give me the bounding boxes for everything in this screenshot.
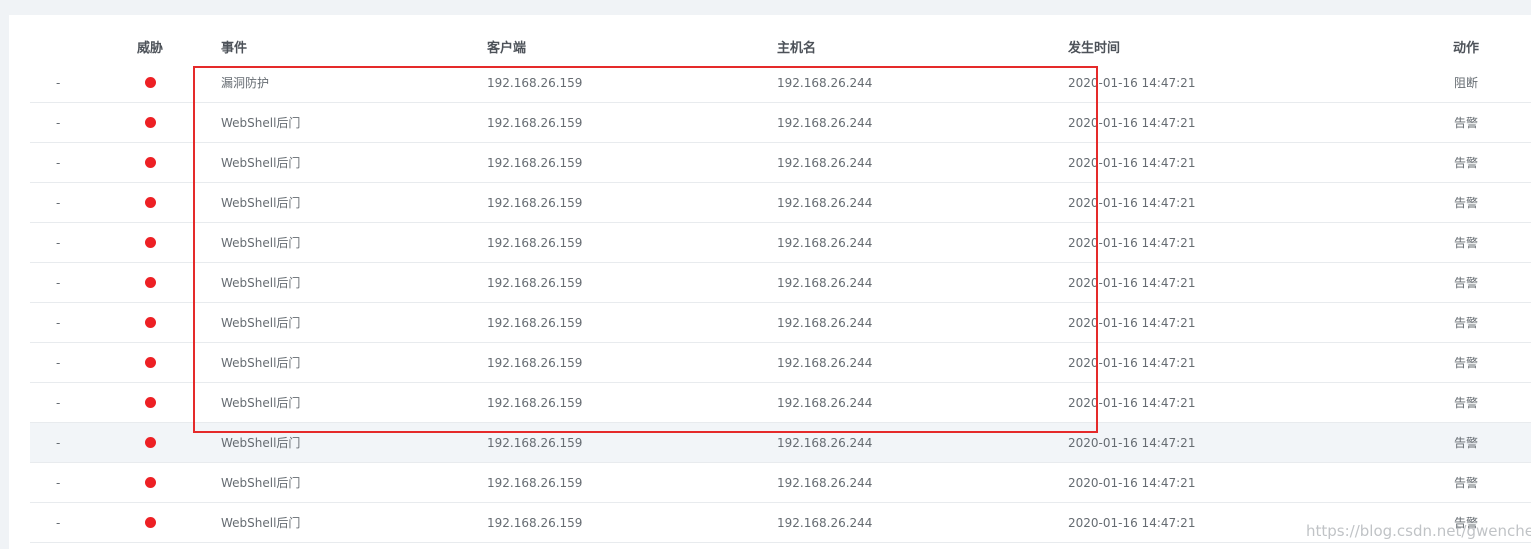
host-name: 192.168.26.244 xyxy=(777,195,873,210)
client-ip: 192.168.26.159 xyxy=(487,355,583,370)
host-name: 192.168.26.244 xyxy=(777,515,873,530)
threat-dot-icon xyxy=(144,397,156,408)
threat-dot-icon xyxy=(144,117,156,128)
client-ip: 192.168.26.159 xyxy=(487,475,583,490)
table-row[interactable]: - WebShell后门 192.168.26.159 192.168.26.244 2… xyxy=(30,423,1531,463)
event-time: 2020-01-16 14:47:21 xyxy=(1068,275,1196,290)
host-name: 192.168.26.244 xyxy=(777,155,873,170)
event-time: 2020-01-16 14:47:21 xyxy=(1068,75,1196,90)
host-name: 192.168.26.244 xyxy=(777,115,873,130)
row-dash: - xyxy=(56,435,61,450)
event-name: 漏洞防护 xyxy=(221,76,270,90)
row-dash: - xyxy=(56,115,61,130)
row-dash: - xyxy=(56,355,61,370)
event-time: 2020-01-16 14:47:21 xyxy=(1068,515,1196,530)
row-dash: - xyxy=(56,515,61,530)
client-ip: 192.168.26.159 xyxy=(487,155,583,170)
table-row[interactable]: - WebShell后门 192.168.26.159 192.168.26.244 2… xyxy=(30,463,1531,503)
client-ip: 192.168.26.159 xyxy=(487,235,583,250)
client-ip: 192.168.26.159 xyxy=(487,515,583,530)
threat-dot-icon xyxy=(144,357,156,368)
client-ip: 192.168.26.159 xyxy=(487,115,583,130)
event-log-panel: 威胁 事件 客户端 主机名 发生时间 动作 - 漏洞防护 192.168.26.15… xyxy=(9,15,1531,549)
event-name: WebShell后门 xyxy=(221,476,301,490)
table-row[interactable]: - 漏洞防护 192.168.26.159 192.168.26.244 2020-01… xyxy=(30,63,1531,103)
event-name: WebShell后门 xyxy=(221,276,301,290)
event-name: WebShell后门 xyxy=(221,196,301,210)
threat-dot-icon xyxy=(144,77,156,88)
client-ip: 192.168.26.159 xyxy=(487,315,583,330)
threat-dot-icon xyxy=(144,317,156,328)
client-ip: 192.168.26.159 xyxy=(487,75,583,90)
event-time: 2020-01-16 14:47:21 xyxy=(1068,115,1196,130)
event-name: WebShell后门 xyxy=(221,356,301,370)
event-time: 2020-01-16 14:47:21 xyxy=(1068,435,1196,450)
column-header-client[interactable]: 客户端 xyxy=(487,30,526,63)
table-body: - 漏洞防护 192.168.26.159 192.168.26.244 2020-01… xyxy=(30,63,1531,543)
table-row[interactable]: - WebShell后门 192.168.26.159 192.168.26.244 2… xyxy=(30,343,1531,383)
host-name: 192.168.26.244 xyxy=(777,275,873,290)
row-dash: - xyxy=(56,395,61,410)
event-time: 2020-01-16 14:47:21 xyxy=(1068,195,1196,210)
column-header-host[interactable]: 主机名 xyxy=(777,30,816,63)
host-name: 192.168.26.244 xyxy=(777,355,873,370)
host-name: 192.168.26.244 xyxy=(777,235,873,250)
row-dash: - xyxy=(56,275,61,290)
row-dash: - xyxy=(56,195,61,210)
event-time: 2020-01-16 14:47:21 xyxy=(1068,235,1196,250)
host-name: 192.168.26.244 xyxy=(777,75,873,90)
event-name: WebShell后门 xyxy=(221,156,301,170)
row-dash: - xyxy=(56,75,61,90)
table-row[interactable]: - WebShell后门 192.168.26.159 192.168.26.244 2… xyxy=(30,303,1531,343)
watermark: https://blog.csdn.net/gwenchen xyxy=(1306,522,1531,540)
host-name: 192.168.26.244 xyxy=(777,315,873,330)
threat-dot-icon xyxy=(144,477,156,488)
table-row[interactable]: - WebShell后门 192.168.26.159 192.168.26.244 2… xyxy=(30,143,1531,183)
table-row[interactable]: - WebShell后门 192.168.26.159 192.168.26.244 2… xyxy=(30,183,1531,223)
event-name: WebShell后门 xyxy=(221,236,301,250)
event-time: 2020-01-16 14:47:21 xyxy=(1068,155,1196,170)
table-row[interactable]: - WebShell后门 192.168.26.159 192.168.26.244 2… xyxy=(30,263,1531,303)
host-name: 192.168.26.244 xyxy=(777,475,873,490)
threat-dot-icon xyxy=(144,437,156,448)
threat-dot-icon xyxy=(144,237,156,248)
event-name: WebShell后门 xyxy=(221,316,301,330)
table-row[interactable]: - WebShell后门 192.168.26.159 192.168.26.244 2… xyxy=(30,383,1531,423)
column-header-event[interactable]: 事件 xyxy=(221,30,247,63)
event-time: 2020-01-16 14:47:21 xyxy=(1068,315,1196,330)
threat-dot-icon xyxy=(144,157,156,168)
row-dash: - xyxy=(56,235,61,250)
event-name: WebShell后门 xyxy=(221,436,301,450)
host-name: 192.168.26.244 xyxy=(777,395,873,410)
client-ip: 192.168.26.159 xyxy=(487,395,583,410)
row-dash: - xyxy=(56,315,61,330)
column-header-time[interactable]: 发生时间 xyxy=(1068,30,1120,63)
host-name: 192.168.26.244 xyxy=(777,435,873,450)
event-name: WebShell后门 xyxy=(221,116,301,130)
table-header: 威胁 事件 客户端 主机名 发生时间 动作 xyxy=(30,30,1531,63)
event-name: WebShell后门 xyxy=(221,396,301,410)
event-table: 威胁 事件 客户端 主机名 发生时间 动作 - 漏洞防护 192.168.26.15… xyxy=(30,30,1531,543)
threat-dot-icon xyxy=(144,197,156,208)
table-row[interactable]: - WebShell后门 192.168.26.159 192.168.26.244 2… xyxy=(30,103,1531,143)
row-dash: - xyxy=(56,475,61,490)
row-dash: - xyxy=(56,155,61,170)
event-time: 2020-01-16 14:47:21 xyxy=(1068,395,1196,410)
client-ip: 192.168.26.159 xyxy=(487,435,583,450)
threat-dot-icon xyxy=(144,517,156,528)
client-ip: 192.168.26.159 xyxy=(487,275,583,290)
event-time: 2020-01-16 14:47:21 xyxy=(1068,475,1196,490)
threat-dot-icon xyxy=(144,277,156,288)
event-time: 2020-01-16 14:47:21 xyxy=(1068,355,1196,370)
table-row[interactable]: - WebShell后门 192.168.26.159 192.168.26.244 2… xyxy=(30,223,1531,263)
event-name: WebShell后门 xyxy=(221,516,301,530)
client-ip: 192.168.26.159 xyxy=(487,195,583,210)
